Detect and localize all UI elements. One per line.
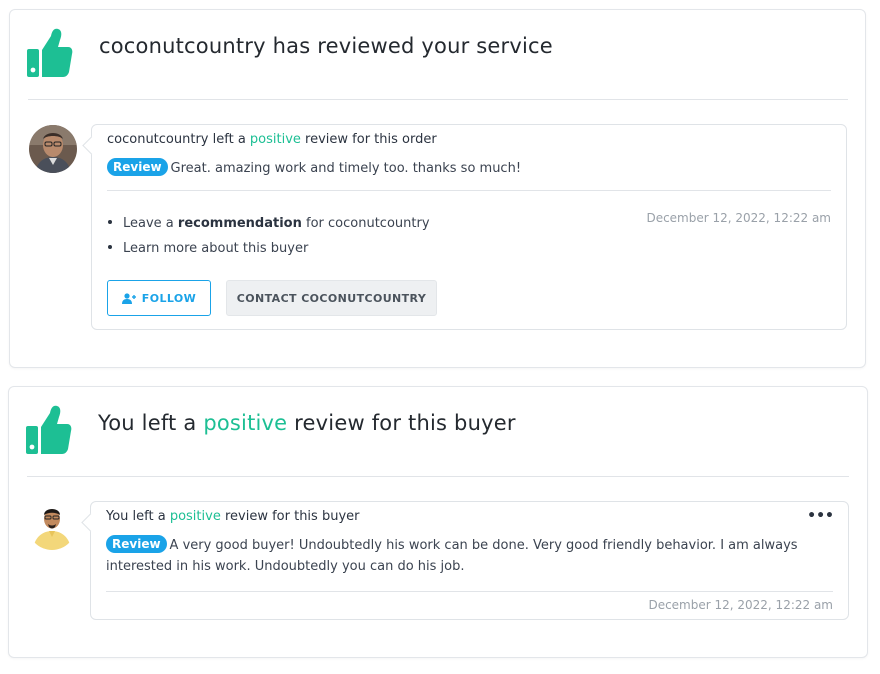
card-header: coconutcountry has reviewed your service [10,10,865,100]
header-divider [27,476,849,477]
thumbs-up-icon [27,28,73,77]
positive-label: positive [203,411,288,435]
review-message: You left a positive review for this buye… [106,509,360,524]
add-user-icon [121,292,136,304]
bubble-divider [106,591,833,592]
review-text: Great. amazing work and timely too. than… [170,161,522,176]
thumbs-up-icon [26,405,72,454]
review-badge: Review [107,158,168,176]
review-bubble: coconutcountry left a positive review fo… [91,124,847,330]
avatar[interactable] [29,125,77,173]
buyer-photo [29,125,77,173]
review-content: Review A very good buyer! Undoubtedly his… [106,535,836,577]
review-date: December 12, 2022, 12:22 am [646,211,831,225]
review-message: coconutcountry left a positive review fo… [107,132,437,147]
user-photo [28,502,76,550]
review-badge: Review [106,535,167,553]
review-text: A very good buyer! Undoubtedly his work … [106,538,798,574]
more-options-icon[interactable]: ••• [807,508,834,524]
header-divider [28,99,848,100]
contact-button[interactable]: CONTACT COCONUTCOUNTRY [226,280,437,316]
review-date: December 12, 2022, 12:22 am [648,598,833,612]
card-title: coconutcountry has reviewed your service [99,34,553,58]
review-bubble: You left a positive review for this buye… [90,501,849,620]
card-header: You left a positive review for this buye… [9,387,867,477]
avatar[interactable] [28,502,76,550]
bubble-divider [107,190,831,191]
positive-label: positive [169,509,221,524]
action-list: Leave a recommendation for coconutcountr… [108,211,430,261]
learn-more-buyer-link[interactable]: Learn more about this buyer [108,236,430,261]
left-review-card: You left a positive review for this buye… [8,386,868,658]
card-title: You left a positive review for this buye… [98,411,516,435]
review-content: Review Great. amazing work and timely too… [107,158,521,179]
follow-button[interactable]: FOLLOW [107,280,211,316]
review-notification-card: coconutcountry has reviewed your service… [9,9,866,368]
leave-recommendation-link[interactable]: Leave a recommendation for coconutcountr… [108,211,430,236]
positive-label: positive [249,132,301,147]
